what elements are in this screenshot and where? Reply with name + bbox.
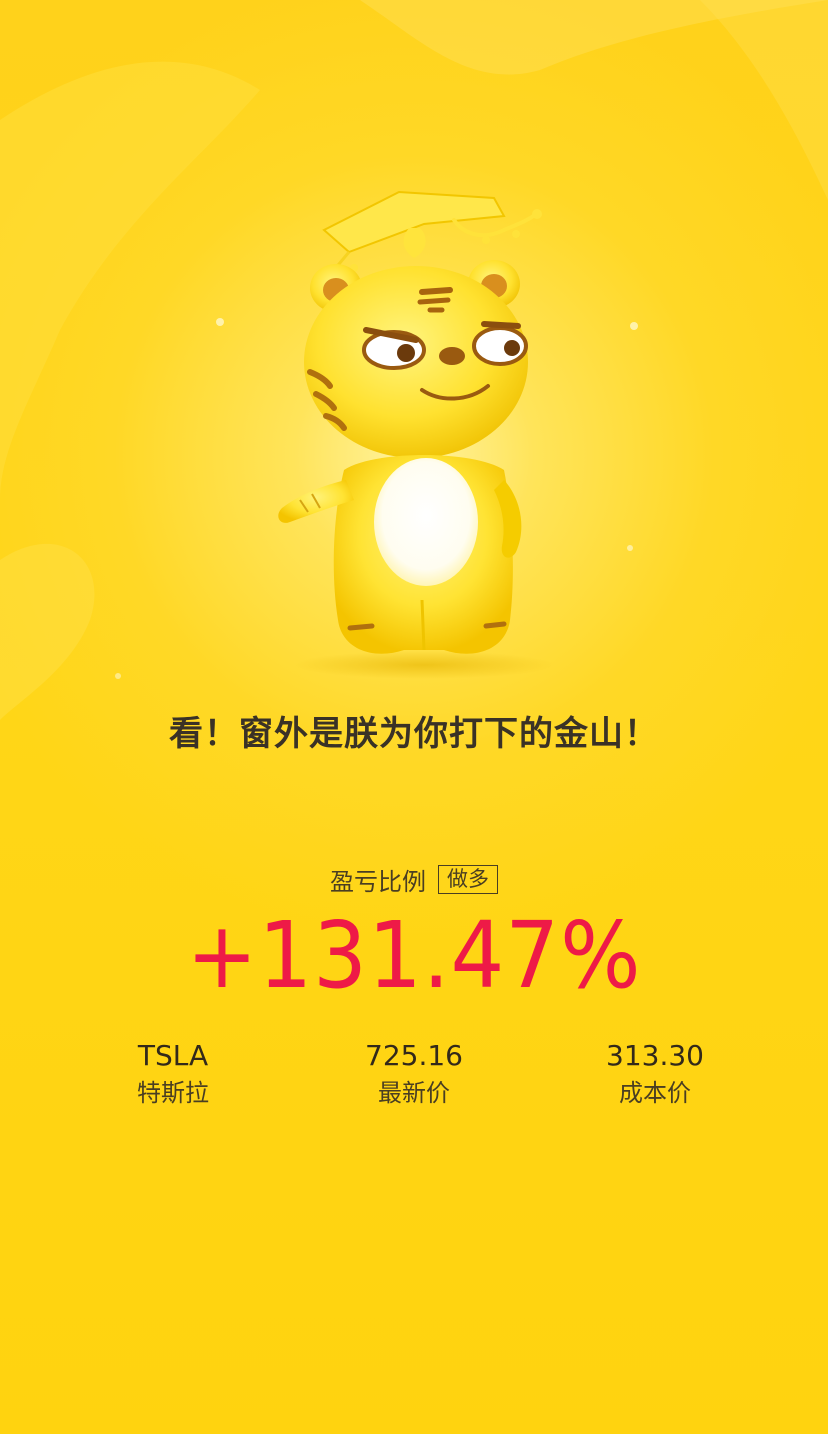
crown — [322, 190, 542, 272]
cost-price-value: 313.30 — [606, 1039, 704, 1072]
cost-price-label: 成本价 — [619, 1079, 691, 1107]
latest-price-label: 最新价 — [378, 1079, 450, 1107]
slogan-text: 看！窗外是朕为你打下的金山！ — [169, 714, 659, 754]
tiger-mascot — [278, 190, 554, 679]
direction-badge: 做多 — [438, 865, 498, 894]
pnl-label-row: 盈亏比例 做多 — [0, 862, 828, 897]
share-poster: 看！窗外是朕为你打下的金山！ 盈亏比例 做多 +131.47% TSLA 特斯拉… — [0, 0, 828, 1434]
pnl-ratio-label: 盈亏比例 — [330, 868, 426, 896]
stock-symbol: TSLA — [137, 1039, 209, 1072]
cost-price-stat: 313.30 成本价 — [555, 1038, 755, 1110]
latest-price-value: 725.16 — [365, 1039, 463, 1072]
pnl-ratio-value: +131.47% — [186, 902, 642, 1009]
latest-price-stat: 725.16 最新价 — [314, 1038, 514, 1110]
stock-symbol-stat: TSLA 特斯拉 — [73, 1038, 273, 1110]
stock-name: 特斯拉 — [137, 1079, 209, 1107]
stock-stats: TSLA 特斯拉 725.16 最新价 313.30 成本价 — [0, 1038, 828, 1118]
